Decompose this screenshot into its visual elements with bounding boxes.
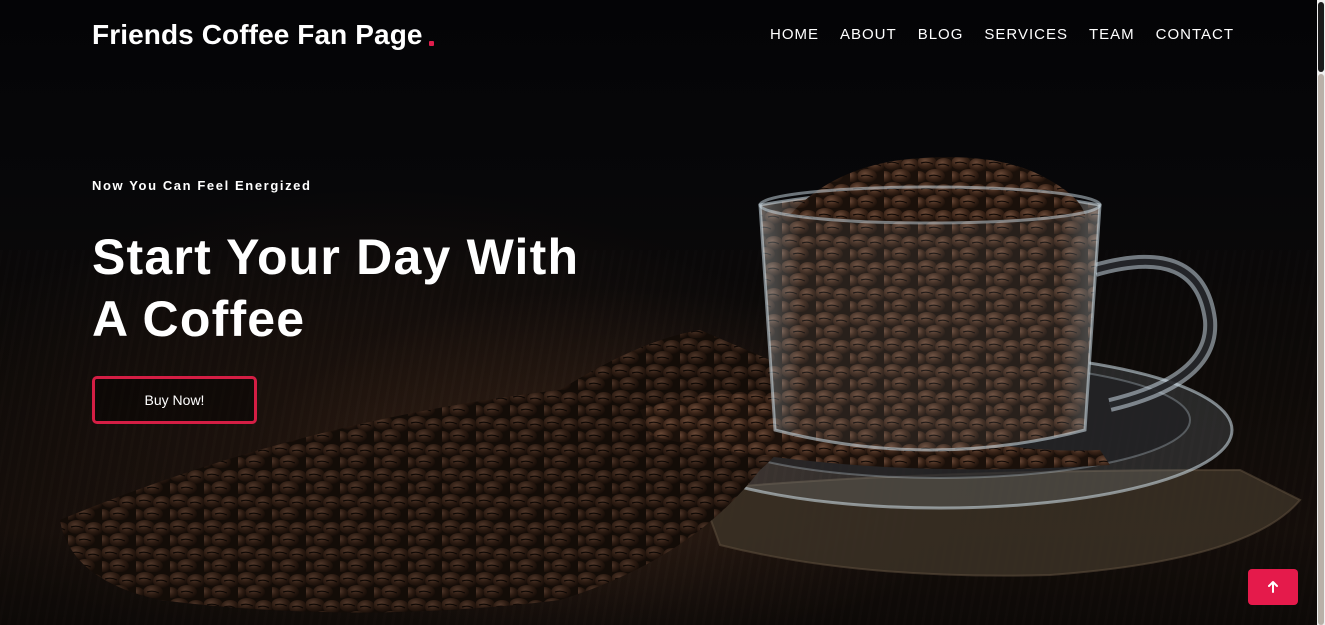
nav-team[interactable]: TEAM [1089,26,1135,43]
back-to-top-button[interactable] [1248,569,1298,605]
main-nav: HOME ABOUT BLOG SERVICES TEAM CONTACT [770,26,1234,43]
nav-about[interactable]: ABOUT [840,26,897,43]
nav-contact[interactable]: CONTACT [1156,26,1234,43]
buy-now-button[interactable]: Buy Now! [92,376,257,424]
arrow-up-icon [1268,581,1278,593]
scrollbar-thumb[interactable] [1318,2,1324,72]
scrollbar-track[interactable] [1318,74,1324,625]
nav-services[interactable]: SERVICES [984,26,1068,43]
nav-home[interactable]: HOME [770,26,819,43]
page-scrollbar[interactable] [1317,0,1325,625]
headline-line-2: A Coffee [92,291,306,347]
hero-tagline: Now You Can Feel Energized [92,178,312,193]
nav-blog[interactable]: BLOG [918,26,964,43]
headline-line-1: Start Your Day With [92,229,580,285]
hero-headline: Start Your Day With A Coffee [92,226,612,350]
site-brand[interactable]: Friends Coffee Fan Page [92,19,423,51]
brand-dot-icon [429,41,434,46]
